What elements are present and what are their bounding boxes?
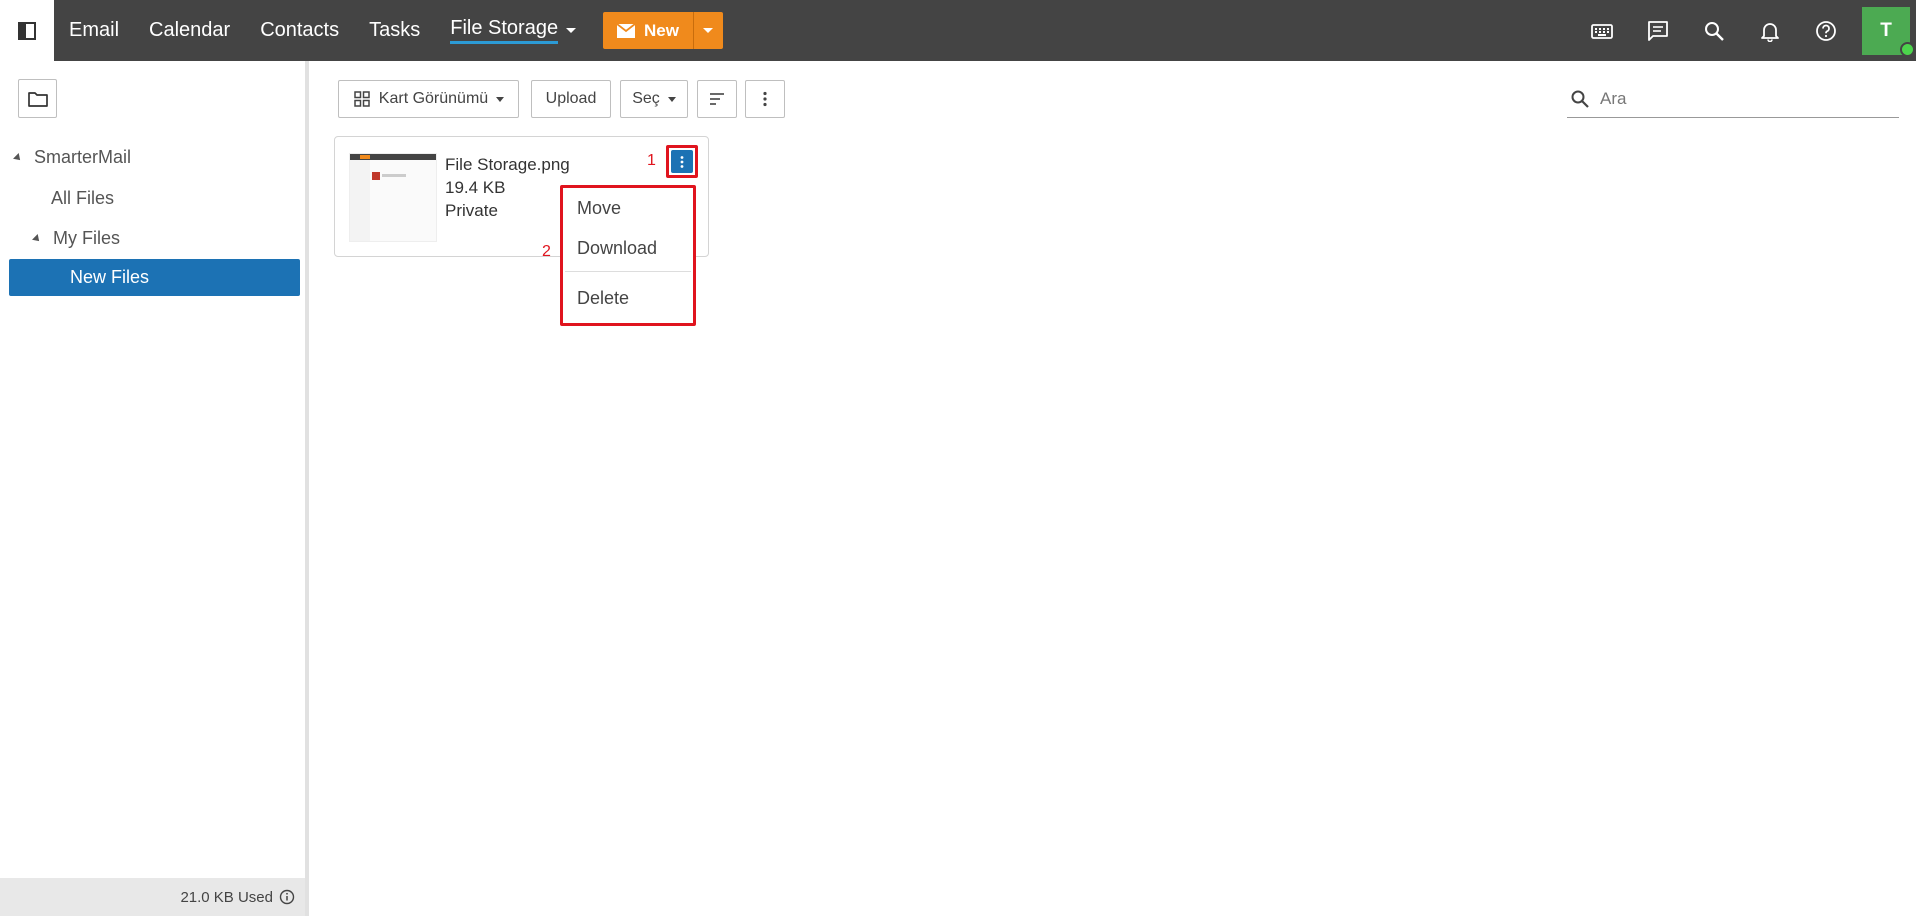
annotation-step-1: 1 — [647, 152, 656, 169]
vertical-ellipsis-icon — [680, 155, 684, 168]
top-bar: Email Calendar Contacts Tasks File Stora… — [0, 0, 1916, 61]
file-name: File Storage.png — [445, 155, 570, 174]
envelope-icon — [617, 23, 635, 38]
view-mode-label: Kart Görünümü — [378, 90, 489, 107]
new-button-label: New — [644, 20, 679, 40]
thumbnail-accent — [360, 155, 370, 159]
folder-icon — [27, 91, 48, 107]
nav-tasks-label: Tasks — [369, 19, 421, 41]
search-box — [1567, 80, 1899, 118]
nav-email[interactable]: Email — [54, 0, 134, 61]
nav-contacts[interactable]: Contacts — [245, 0, 354, 61]
nav-file-storage-label: File Storage — [450, 17, 559, 44]
search-icon — [1705, 21, 1724, 41]
view-mode-dropdown[interactable]: Kart Görünümü — [338, 80, 519, 118]
tree-item-label: SmarterMail — [34, 147, 132, 167]
storage-usage-footer: 21.0 KB Used — [0, 878, 305, 916]
upload-button-label: Upload — [545, 90, 597, 107]
nav-contacts-label: Contacts — [260, 19, 340, 41]
tree-expand-arrow-icon[interactable] — [13, 152, 23, 163]
thumbnail-marker — [372, 172, 380, 180]
thumbnail-sidebar — [350, 160, 370, 241]
search-button[interactable] — [1686, 0, 1742, 61]
chat-button[interactable] — [1630, 0, 1686, 61]
file-actions-button-inner[interactable] — [671, 150, 693, 173]
tree-item-label: My Files — [53, 228, 120, 248]
menu-divider — [565, 271, 691, 272]
chat-icon — [1648, 20, 1668, 41]
file-privacy: Private — [445, 201, 498, 220]
select-dropdown[interactable]: Seç — [620, 80, 688, 118]
top-icons: T — [1574, 0, 1916, 61]
keyboard-shortcuts-button[interactable] — [1574, 0, 1630, 61]
tree-item-label: All Files — [51, 188, 115, 208]
tree-item-my-files[interactable]: My Files — [32, 228, 120, 249]
tree-item-label: New Files — [70, 267, 150, 287]
chevron-down-icon — [566, 28, 577, 33]
sidebar: SmarterMail All Files My Files New Files… — [0, 61, 309, 916]
thumbnail-line — [382, 174, 406, 177]
new-button-group: New — [603, 12, 723, 49]
search-input[interactable] — [1600, 88, 1880, 109]
main-nav: Email Calendar Contacts Tasks File Stora… — [54, 0, 591, 61]
menu-item-download[interactable]: Download — [577, 238, 657, 259]
tree-item-smartermail[interactable]: SmarterMail — [13, 147, 132, 168]
file-thumbnail[interactable] — [349, 153, 437, 242]
nav-file-storage[interactable]: File Storage — [435, 0, 591, 61]
avatar-initial: T — [1880, 19, 1892, 41]
menu-item-move[interactable]: Move — [577, 198, 621, 219]
chevron-down-icon — [496, 96, 505, 102]
grid-view-icon — [354, 91, 370, 107]
nav-tasks[interactable]: Tasks — [354, 0, 435, 61]
sidebar-toggle-button[interactable] — [0, 0, 54, 61]
storage-usage-text: 21.0 KB Used — [180, 888, 273, 906]
notifications-button[interactable] — [1742, 0, 1798, 61]
new-folder-button[interactable] — [18, 79, 57, 118]
help-button[interactable] — [1798, 0, 1854, 61]
info-icon[interactable] — [279, 889, 295, 905]
select-dropdown-label: Seç — [632, 90, 660, 107]
tree-item-new-files[interactable]: New Files — [9, 259, 300, 296]
menu-item-delete[interactable]: Delete — [577, 288, 629, 309]
file-actions-button[interactable] — [666, 145, 698, 178]
online-status-indicator — [1900, 41, 1915, 57]
nav-email-label: Email — [69, 19, 120, 41]
avatar[interactable]: T — [1862, 6, 1915, 57]
sidebar-toggle-icon — [18, 21, 36, 40]
chevron-down-icon — [703, 28, 714, 33]
tree-expand-arrow-icon[interactable] — [32, 233, 42, 244]
bell-icon — [1761, 22, 1779, 42]
keyboard-icon — [1591, 23, 1613, 39]
more-options-button[interactable] — [745, 80, 785, 118]
sort-button[interactable] — [697, 80, 737, 118]
upload-button[interactable]: Upload — [531, 80, 611, 118]
file-context-menu: Move Download Delete — [560, 185, 696, 326]
nav-calendar-label: Calendar — [149, 19, 231, 41]
file-size: 19.4 KB — [445, 178, 506, 197]
tree-item-all-files[interactable]: All Files — [51, 188, 114, 209]
chevron-down-icon — [667, 96, 676, 102]
nav-calendar[interactable]: Calendar — [134, 0, 245, 61]
new-button[interactable]: New — [603, 12, 693, 49]
vertical-ellipsis-icon — [763, 91, 767, 107]
new-dropdown-button[interactable] — [692, 12, 723, 49]
search-icon — [1571, 90, 1589, 108]
annotation-step-2: 2 — [542, 243, 551, 260]
help-icon — [1816, 20, 1836, 41]
sort-icon — [710, 93, 724, 105]
